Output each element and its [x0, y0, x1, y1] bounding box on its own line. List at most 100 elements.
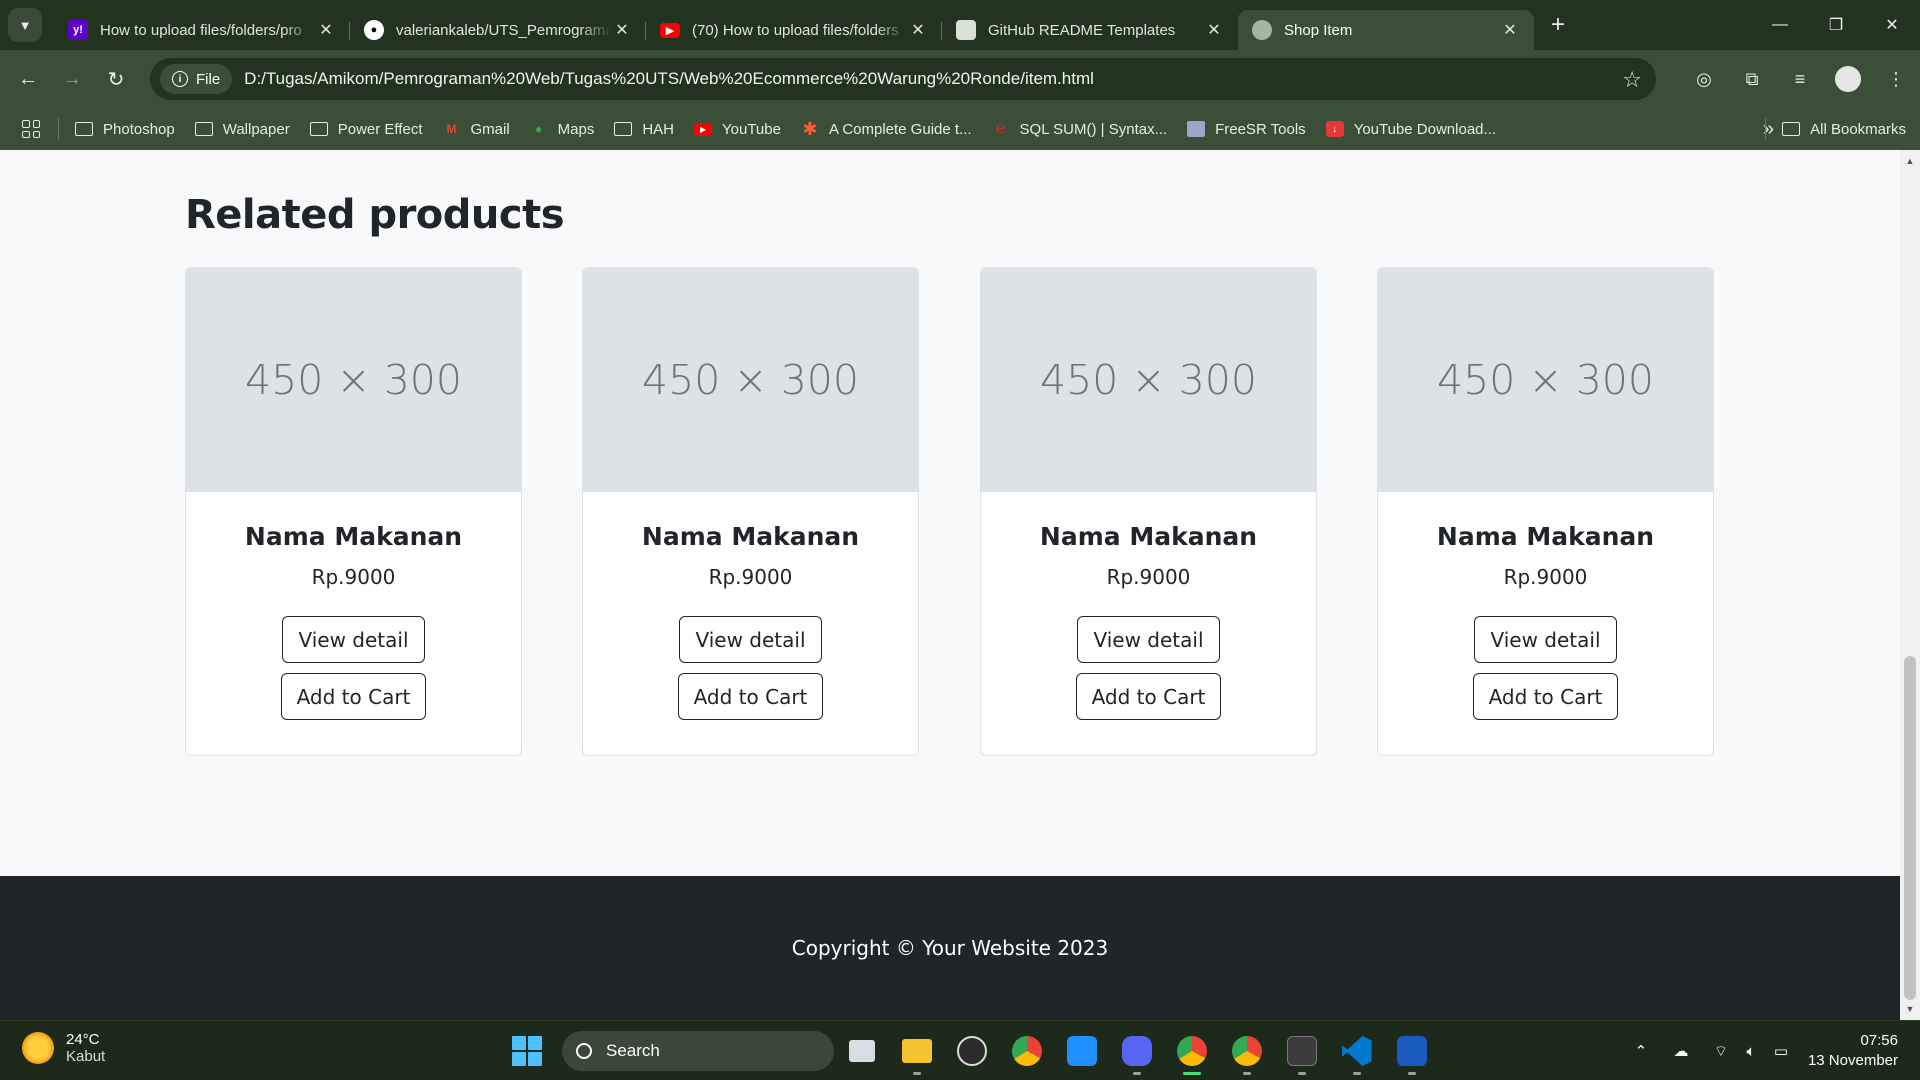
add-to-cart-button[interactable]: Add to Cart [677, 673, 824, 720]
taskbar: 24°C Kabut Search ⌃ ☁ ⌔ 🔈︎ ▭ 07:56 13 No… [0, 1020, 1920, 1080]
url-text[interactable]: D:/Tugas/Amikom/Pemrograman%20Web/Tugas%… [244, 69, 1094, 89]
reload-button[interactable]: ↻ [94, 57, 138, 101]
battery-icon[interactable]: ▭ [1766, 1042, 1796, 1060]
window-controls: — ❐ ✕ [1752, 0, 1920, 50]
view-detail-button[interactable]: View detail [679, 616, 822, 663]
task-view-icon[interactable] [834, 1027, 889, 1075]
close-icon[interactable]: ✕ [316, 20, 336, 40]
arrow-left-icon: ← [18, 67, 38, 90]
view-detail-button[interactable]: View detail [1077, 616, 1220, 663]
bookmark-label: Wallpaper [222, 120, 290, 138]
close-window-button[interactable]: ✕ [1864, 0, 1920, 50]
quick-assist-icon[interactable] [1054, 1027, 1109, 1075]
wifi-icon[interactable]: ⌔ [1706, 1042, 1736, 1061]
add-to-cart-button[interactable]: Add to Cart [280, 673, 427, 720]
obs-icon[interactable] [944, 1027, 999, 1075]
chevron-up-icon[interactable]: ⌃ [1626, 1042, 1656, 1060]
chrome-profile-icon[interactable] [1164, 1027, 1219, 1075]
bookmark-complete-guide[interactable]: ✱ A Complete Guide t... [791, 113, 982, 145]
vscode-icon[interactable] [1329, 1027, 1384, 1075]
bookmark-wallpaper[interactable]: Wallpaper [185, 113, 300, 145]
extension-icon[interactable]: ◎ [1680, 50, 1728, 108]
tab-4[interactable]: GitHub README Templates ✕ [942, 10, 1238, 50]
add-to-cart-button[interactable]: Add to Cart [1472, 673, 1619, 720]
chevron-down-icon: ▼ [18, 17, 32, 33]
bookmark-gmail[interactable]: M Gmail [432, 113, 519, 145]
site-info-chip[interactable]: i File [160, 64, 233, 94]
maps-icon: ● [535, 122, 543, 136]
scrollbar-thumb[interactable] [1904, 656, 1916, 1000]
close-icon[interactable]: ✕ [612, 20, 632, 40]
apps-grid-icon[interactable] [22, 120, 40, 138]
new-tab-button[interactable]: + [1538, 5, 1578, 45]
yahoo-favicon-icon: y! [68, 20, 88, 40]
weather-widget[interactable]: 24°C Kabut [22, 1031, 105, 1065]
bookmark-star-icon[interactable]: ☆ [1622, 67, 1642, 93]
taskbar-search[interactable]: Search [562, 1031, 834, 1071]
windows-start-icon[interactable] [512, 1036, 542, 1066]
toolbar-actions: ◎ ⧉ ≡ ⋮ [1680, 50, 1920, 108]
bookmark-youtube[interactable]: ▶ YouTube [684, 113, 791, 145]
chrome-icon[interactable] [999, 1027, 1054, 1075]
menu-dots-icon[interactable]: ⋮ [1872, 50, 1920, 108]
back-button[interactable]: ← [6, 57, 50, 101]
product-name: Nama Makanan [641, 522, 860, 551]
puzzle-icon[interactable]: ⧉ [1728, 50, 1776, 108]
view-detail-button[interactable]: View detail [1474, 616, 1617, 663]
close-icon[interactable]: ✕ [1500, 20, 1520, 40]
bookmarks-bar: Photoshop Wallpaper Power Effect M Gmail … [0, 108, 1920, 150]
file-explorer-icon[interactable] [889, 1027, 944, 1075]
address-bar[interactable]: i File D:/Tugas/Amikom/Pemrograman%20Web… [150, 58, 1656, 100]
github-templates-favicon-icon [956, 20, 976, 40]
bookmark-photoshop[interactable]: Photoshop [65, 113, 185, 145]
all-bookmarks[interactable]: All Bookmarks [1749, 113, 1916, 145]
onedrive-icon[interactable]: ☁ [1666, 1042, 1696, 1060]
site-footer: Copyright © Your Website 2023 [0, 876, 1900, 1020]
volume-icon[interactable]: 🔈︎ [1736, 1043, 1766, 1060]
product-image-placeholder: 450 × 300 [583, 268, 918, 492]
bookmark-label: Gmail [470, 120, 510, 138]
bookmark-freesr-tools[interactable]: FreeSR Tools [1177, 113, 1316, 145]
tab-3[interactable]: ▶ (70) How to upload files/folders ✕ [646, 10, 942, 50]
page-scrollbar[interactable]: ▲ ▼ [1900, 150, 1920, 1020]
youtube-favicon-icon: ▶ [660, 22, 680, 38]
sql-icon: ℮ [995, 120, 1006, 137]
clock[interactable]: 07:56 13 November [1808, 1031, 1920, 1071]
tab-2[interactable]: ● valeriankaleb/UTS_Pemrograma ✕ [350, 10, 646, 50]
arrow-right-icon: → [62, 67, 82, 90]
freesr-icon [1187, 121, 1206, 137]
scroll-down-arrow-icon[interactable]: ▼ [1900, 1000, 1920, 1018]
tab-search-button[interactable]: ▼ [8, 8, 42, 42]
close-icon[interactable]: ✕ [908, 20, 928, 40]
minimize-button[interactable]: — [1752, 0, 1808, 50]
bookmark-sql-sum[interactable]: ℮ SQL SUM() | Syntax... [982, 113, 1178, 145]
bookmark-power-effect[interactable]: Power Effect [300, 113, 433, 145]
avatar[interactable] [1835, 66, 1861, 92]
weather-desc: Kabut [66, 1048, 106, 1065]
bookmark-maps[interactable]: ● Maps [520, 113, 605, 145]
product-image-placeholder: 450 × 300 [981, 268, 1316, 492]
view-detail-button[interactable]: View detail [282, 616, 425, 663]
product-name: Nama Makanan [1436, 522, 1655, 551]
close-icon[interactable]: ✕ [1204, 20, 1224, 40]
terminal-icon[interactable] [1274, 1027, 1329, 1075]
section-title: Related products [185, 192, 565, 238]
chrome-profile-2-icon[interactable] [1219, 1027, 1274, 1075]
word-icon[interactable] [1384, 1027, 1439, 1075]
discord-icon[interactable] [1109, 1027, 1164, 1075]
forward-button[interactable]: → [50, 57, 94, 101]
tab-title: valeriankaleb/UTS_Pemrograma [396, 21, 612, 39]
restore-button[interactable]: ❐ [1808, 0, 1864, 50]
bookmark-label: Maps [557, 120, 595, 138]
tab-1[interactable]: y! How to upload files/folders/pro ✕ [54, 10, 350, 50]
tab-shop-item[interactable]: Shop Item ✕ [1238, 10, 1534, 50]
folder-icon [614, 122, 633, 136]
scroll-up-arrow-icon[interactable]: ▲ [1900, 152, 1920, 170]
media-control-icon[interactable]: ≡ [1776, 50, 1824, 108]
reload-icon: ↻ [107, 68, 125, 91]
add-to-cart-button[interactable]: Add to Cart [1075, 673, 1222, 720]
product-name: Nama Makanan [1039, 522, 1258, 551]
bookmark-hah[interactable]: HAH [604, 113, 684, 145]
bookmark-youtube-download[interactable]: ↓ YouTube Download... [1316, 113, 1506, 145]
folder-icon [194, 122, 213, 136]
